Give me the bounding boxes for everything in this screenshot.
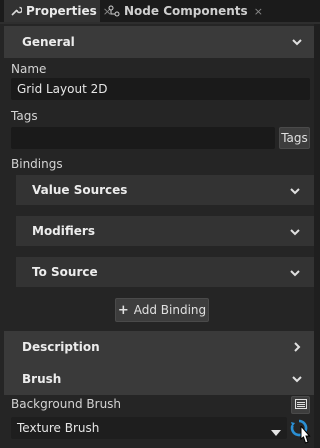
modifiers-label: Modifiers (32, 224, 95, 238)
section-description-header[interactable]: Description (4, 331, 314, 363)
to-source-label: To Source (32, 265, 98, 279)
tab-node-components-label: Node Components (124, 4, 248, 18)
name-field[interactable]: Grid Layout 2D (11, 78, 310, 100)
dropdown-arrow-icon (271, 425, 281, 439)
scrollbar-track[interactable] (314, 24, 320, 448)
section-description-label: Description (22, 340, 100, 354)
value-sources-label: Value Sources (32, 183, 128, 197)
mouse-cursor-icon (298, 424, 312, 446)
tags-input[interactable] (11, 127, 275, 149)
tags-label: Tags (11, 109, 38, 123)
section-brush-label: Brush (22, 372, 62, 386)
chevron-down-icon (290, 267, 300, 277)
plus-icon: + (117, 302, 129, 318)
modifiers-header[interactable]: Modifiers (16, 216, 314, 246)
add-binding-button[interactable]: + Add Binding (115, 298, 209, 322)
tab-node-components[interactable]: Node Components × (102, 0, 263, 22)
chevron-down-icon (292, 36, 302, 46)
section-general-header[interactable]: General (4, 26, 314, 58)
wrench-icon (10, 5, 23, 17)
section-general-label: General (22, 35, 75, 49)
tags-button[interactable]: Tags (279, 127, 310, 149)
close-icon[interactable]: × (254, 5, 263, 18)
tab-properties[interactable]: Properties × (4, 0, 112, 22)
background-brush-select[interactable]: Texture Brush (11, 417, 287, 439)
name-label: Name (11, 62, 47, 76)
chevron-down-icon (290, 185, 300, 195)
tab-bar: Properties × Node Components × (0, 0, 320, 22)
brush-editor-button[interactable] (291, 396, 310, 414)
chevron-down-icon (292, 373, 302, 383)
add-binding-label: Add Binding (133, 303, 207, 317)
to-source-header[interactable]: To Source (16, 257, 314, 287)
image-icon (294, 398, 307, 412)
background-brush-value: Texture Brush (17, 421, 100, 435)
tab-separator (0, 22, 320, 24)
background-brush-label: Background Brush (11, 397, 122, 411)
node-components-icon (108, 5, 120, 17)
chevron-down-icon (290, 226, 300, 236)
chevron-right-icon (292, 341, 302, 352)
section-brush-header[interactable]: Brush (4, 363, 314, 395)
bindings-label: Bindings (11, 157, 63, 171)
value-sources-header[interactable]: Value Sources (16, 175, 314, 205)
tab-properties-label: Properties (26, 4, 97, 18)
